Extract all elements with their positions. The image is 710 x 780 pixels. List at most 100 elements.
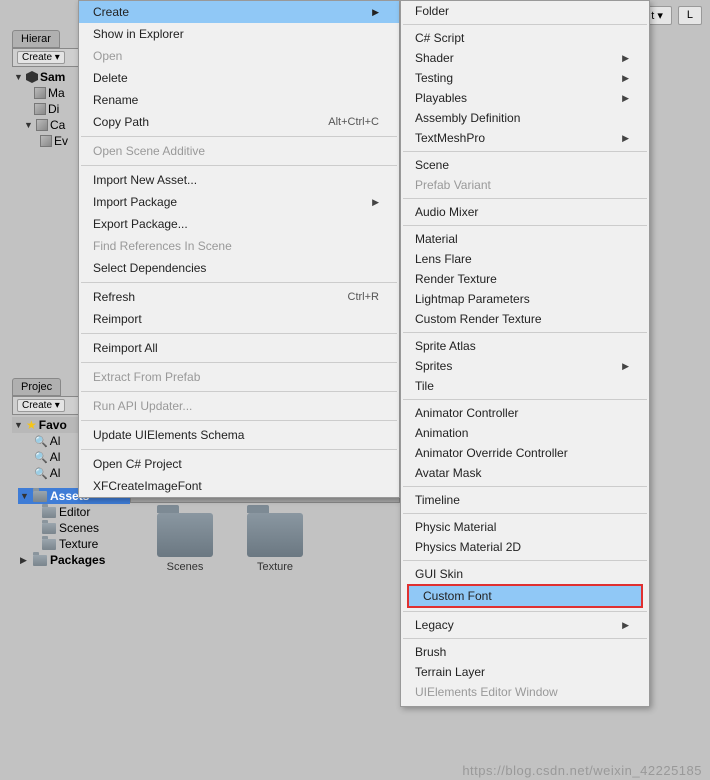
menu-cs-script[interactable]: C# Script bbox=[401, 28, 649, 48]
menu-separator bbox=[81, 282, 397, 283]
menu-prefab-variant: Prefab Variant bbox=[401, 175, 649, 195]
menu-timeline[interactable]: Timeline bbox=[401, 490, 649, 510]
expand-arrow-icon[interactable]: ▼ bbox=[20, 491, 30, 501]
menu-shader[interactable]: Shader▶ bbox=[401, 48, 649, 68]
menu-assembly-definition[interactable]: Assembly Definition bbox=[401, 108, 649, 128]
chevron-right-icon: ▶ bbox=[622, 133, 629, 144]
menu-testing[interactable]: Testing▶ bbox=[401, 68, 649, 88]
shortcut-label: Ctrl+R bbox=[348, 291, 379, 303]
menu-animation[interactable]: Animation bbox=[401, 423, 649, 443]
folder-item[interactable]: Scenes bbox=[150, 513, 220, 573]
menu-physics-material-2d[interactable]: Physics Material 2D bbox=[401, 537, 649, 557]
menu-animator-controller[interactable]: Animator Controller bbox=[401, 403, 649, 423]
menu-sprites[interactable]: Sprites▶ bbox=[401, 356, 649, 376]
menu-tile[interactable]: Tile bbox=[401, 376, 649, 396]
menu-legacy[interactable]: Legacy▶ bbox=[401, 615, 649, 635]
menu-separator bbox=[403, 198, 647, 199]
menu-separator bbox=[81, 165, 397, 166]
expand-arrow-icon[interactable]: ▶ bbox=[20, 555, 30, 566]
menu-terrain-layer[interactable]: Terrain Layer bbox=[401, 662, 649, 682]
menu-open-scene-additive: Open Scene Additive bbox=[79, 140, 399, 162]
menu-separator bbox=[81, 136, 397, 137]
menu-show-explorer[interactable]: Show in Explorer bbox=[79, 23, 399, 45]
menu-render-texture[interactable]: Render Texture bbox=[401, 269, 649, 289]
menu-folder[interactable]: Folder bbox=[401, 1, 649, 21]
chevron-right-icon: ▶ bbox=[622, 73, 629, 84]
highlight-annotation: Custom Font bbox=[407, 584, 643, 608]
menu-audio-mixer[interactable]: Audio Mixer bbox=[401, 202, 649, 222]
expand-arrow-icon[interactable]: ▼ bbox=[14, 72, 24, 82]
hierarchy-tab[interactable]: Hierar bbox=[12, 30, 60, 48]
folder-icon bbox=[42, 523, 56, 534]
star-icon: ★ bbox=[26, 418, 37, 432]
menu-uielements-editor-window: UIElements Editor Window bbox=[401, 682, 649, 702]
menu-separator bbox=[403, 225, 647, 226]
menu-separator bbox=[403, 611, 647, 612]
menu-avatar-mask[interactable]: Avatar Mask bbox=[401, 463, 649, 483]
menu-extract-prefab: Extract From Prefab bbox=[79, 366, 399, 388]
menu-custom-font[interactable]: Custom Font bbox=[409, 586, 641, 606]
menu-scene[interactable]: Scene bbox=[401, 155, 649, 175]
menu-separator bbox=[403, 24, 647, 25]
menu-separator bbox=[81, 420, 397, 421]
menu-separator bbox=[81, 449, 397, 450]
menu-lens-flare[interactable]: Lens Flare bbox=[401, 249, 649, 269]
folder-icon bbox=[157, 513, 213, 557]
folder-item[interactable]: Texture bbox=[240, 513, 310, 573]
menu-separator bbox=[403, 638, 647, 639]
folder-icon bbox=[33, 555, 47, 566]
expand-arrow-icon[interactable]: ▼ bbox=[14, 420, 24, 430]
gameobject-icon bbox=[40, 135, 52, 147]
menu-xf-create-image-font[interactable]: XFCreateImageFont bbox=[79, 475, 399, 497]
context-menu: Create▶ Show in Explorer Open Delete Ren… bbox=[78, 0, 400, 498]
menu-sprite-atlas[interactable]: Sprite Atlas bbox=[401, 336, 649, 356]
menu-material[interactable]: Material bbox=[401, 229, 649, 249]
menu-physic-material[interactable]: Physic Material bbox=[401, 517, 649, 537]
chevron-right-icon: ▶ bbox=[622, 361, 629, 372]
menu-reimport-all[interactable]: Reimport All bbox=[79, 337, 399, 359]
menu-refresh[interactable]: RefreshCtrl+R bbox=[79, 286, 399, 308]
menu-playables[interactable]: Playables▶ bbox=[401, 88, 649, 108]
menu-import-package[interactable]: Import Package▶ bbox=[79, 191, 399, 213]
project-create-button[interactable]: Create ▾ bbox=[17, 399, 65, 412]
menu-textmeshpro[interactable]: TextMeshPro▶ bbox=[401, 128, 649, 148]
menu-separator bbox=[403, 513, 647, 514]
menu-delete[interactable]: Delete bbox=[79, 67, 399, 89]
hierarchy-create-button[interactable]: Create ▾ bbox=[17, 51, 65, 64]
menu-rename[interactable]: Rename bbox=[79, 89, 399, 111]
chevron-right-icon: ▶ bbox=[622, 93, 629, 104]
project-tab[interactable]: Projec bbox=[12, 378, 61, 396]
menu-separator bbox=[403, 560, 647, 561]
menu-separator bbox=[403, 151, 647, 152]
menu-update-uie[interactable]: Update UIElements Schema bbox=[79, 424, 399, 446]
menu-gui-skin[interactable]: GUI Skin bbox=[401, 564, 649, 584]
search-icon: 🔍 bbox=[34, 451, 48, 464]
menu-import-asset[interactable]: Import New Asset... bbox=[79, 169, 399, 191]
menu-export-package[interactable]: Export Package... bbox=[79, 213, 399, 235]
watermark: https://blog.csdn.net/weixin_42225185 bbox=[462, 763, 702, 778]
menu-separator bbox=[81, 362, 397, 363]
chevron-right-icon: ▶ bbox=[372, 7, 379, 18]
menu-lightmap-parameters[interactable]: Lightmap Parameters bbox=[401, 289, 649, 309]
folder-content-area: Editor Scenes Texture bbox=[130, 485, 400, 775]
menu-open: Open bbox=[79, 45, 399, 67]
expand-arrow-icon[interactable]: ▼ bbox=[24, 120, 34, 130]
menu-animator-override-controller[interactable]: Animator Override Controller bbox=[401, 443, 649, 463]
create-submenu: Folder C# Script Shader▶ Testing▶ Playab… bbox=[400, 0, 650, 707]
menu-separator bbox=[403, 332, 647, 333]
menu-open-cs-project[interactable]: Open C# Project bbox=[79, 453, 399, 475]
menu-copy-path[interactable]: Copy PathAlt+Ctrl+C bbox=[79, 111, 399, 133]
menu-find-refs: Find References In Scene bbox=[79, 235, 399, 257]
menu-reimport[interactable]: Reimport bbox=[79, 308, 399, 330]
folder-icon bbox=[33, 491, 47, 502]
search-icon: 🔍 bbox=[34, 467, 48, 480]
top-button-2[interactable]: L bbox=[678, 6, 702, 25]
menu-create[interactable]: Create▶ bbox=[79, 1, 399, 23]
menu-select-deps[interactable]: Select Dependencies bbox=[79, 257, 399, 279]
folder-icon bbox=[247, 513, 303, 557]
menu-custom-render-texture[interactable]: Custom Render Texture bbox=[401, 309, 649, 329]
search-icon: 🔍 bbox=[34, 435, 48, 448]
menu-brush[interactable]: Brush bbox=[401, 642, 649, 662]
scene-label: Sam bbox=[40, 70, 65, 84]
gameobject-icon bbox=[34, 87, 46, 99]
